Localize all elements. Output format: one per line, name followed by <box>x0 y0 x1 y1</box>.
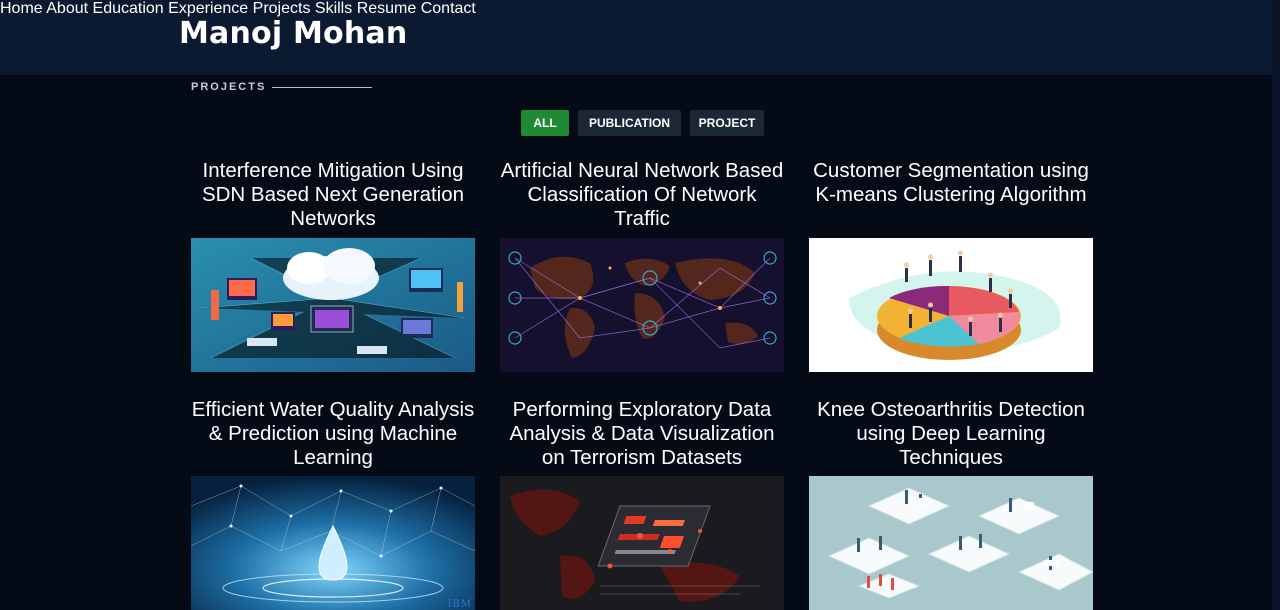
project-title[interactable]: Efficient Water Quality Analysis & Predi… <box>191 398 475 470</box>
nav-education[interactable]: Education <box>93 0 164 17</box>
filter-publication[interactable]: PUBLICATION <box>578 110 681 136</box>
ibm-watermark: IBM <box>447 599 472 610</box>
project-title[interactable]: Knee Osteoarthritis Detection using Deep… <box>809 398 1093 470</box>
project-image[interactable] <box>191 238 475 372</box>
brand-logo[interactable]: Manoj Mohan <box>179 16 407 51</box>
page-scrollbar[interactable] <box>1272 0 1280 610</box>
project-image[interactable]: IBM <box>191 476 475 610</box>
nav-about[interactable]: About <box>46 0 88 17</box>
project-title[interactable]: Interference Mitigation Using SDN Based … <box>191 159 475 231</box>
project-title[interactable]: Customer Segmentation using K-means Clus… <box>809 159 1093 207</box>
project-image[interactable] <box>500 238 784 372</box>
project-image[interactable] <box>500 476 784 610</box>
nav-home[interactable]: Home <box>0 0 43 17</box>
filter-all[interactable]: ALL <box>521 110 569 136</box>
section-title-divider <box>272 87 372 88</box>
section-title: PROJECTS <box>191 81 267 93</box>
filter-project[interactable]: PROJECT <box>690 110 764 136</box>
project-image[interactable] <box>809 476 1093 610</box>
nav-experience[interactable]: Experience <box>168 0 248 17</box>
project-title[interactable]: Artificial Neural Network Based Classifi… <box>500 159 784 231</box>
nav-skills[interactable]: Skills <box>315 0 352 17</box>
nav-contact[interactable]: Contact <box>421 0 476 17</box>
nav-resume[interactable]: Resume <box>357 0 417 17</box>
nav-projects[interactable]: Projects <box>253 0 311 17</box>
navbar: Manoj Mohan Home About Education Experie… <box>0 0 1280 75</box>
project-title[interactable]: Performing Exploratory Data Analysis & D… <box>500 398 784 470</box>
project-image[interactable] <box>809 238 1093 372</box>
